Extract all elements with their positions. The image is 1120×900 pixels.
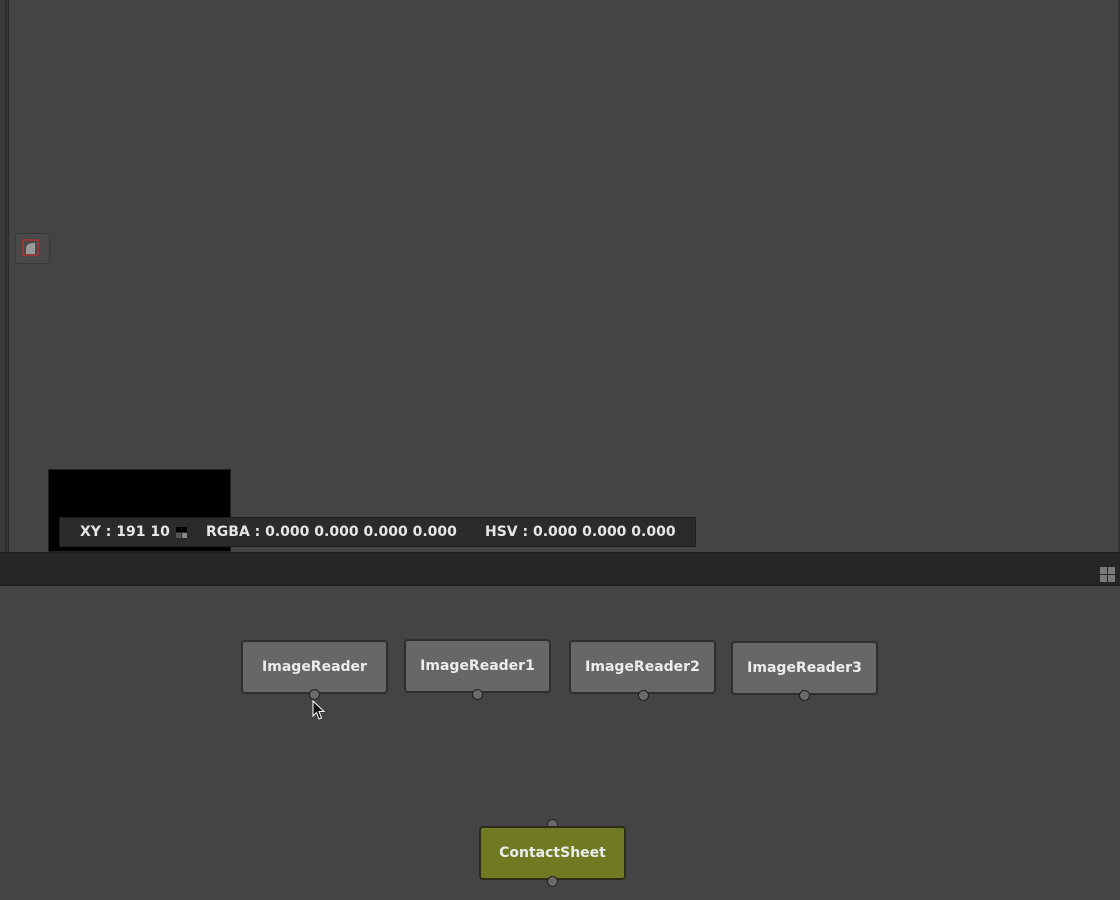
output-port[interactable] [547,876,558,887]
color-swatch-icon [176,527,187,538]
output-port[interactable] [472,689,483,700]
node-imagereader3[interactable]: ImageReader3 [731,641,878,695]
rgba-readout: RGBA : 0.000 0.000 0.000 0.000 [206,524,457,540]
roi-toggle-button[interactable] [15,233,50,264]
node-imagereader1[interactable]: ImageReader1 [404,639,551,693]
hsv-readout: HSV : 0.000 0.000 0.000 [485,524,676,540]
image-viewer[interactable]: XY : 191 10 RGBA : 0.000 0.000 0.000 0.0… [0,0,1120,552]
region-of-interest-icon [22,239,39,256]
node-imagereader[interactable]: ImageReader [241,640,388,694]
node-label: ImageReader [262,659,367,675]
panel-splitter[interactable] [0,552,1120,586]
node-label: ContactSheet [499,845,606,861]
node-graph[interactable]: ImageReader ImageReader1 ImageReader2 Im… [0,586,1120,900]
node-label: ImageReader2 [585,659,700,675]
output-port[interactable] [638,690,649,701]
xy-readout: XY : 191 10 [80,524,170,540]
node-contactsheet[interactable]: ContactSheet [479,826,626,880]
pixel-info-bar: XY : 191 10 RGBA : 0.000 0.000 0.000 0.0… [59,517,696,547]
output-port[interactable] [799,690,810,701]
layout-grid-icon[interactable] [1100,567,1116,583]
viewer-left-border [0,0,9,552]
node-label: ImageReader3 [747,660,862,676]
node-label: ImageReader1 [420,658,535,674]
output-port[interactable] [309,689,320,700]
node-imagereader2[interactable]: ImageReader2 [569,640,716,694]
